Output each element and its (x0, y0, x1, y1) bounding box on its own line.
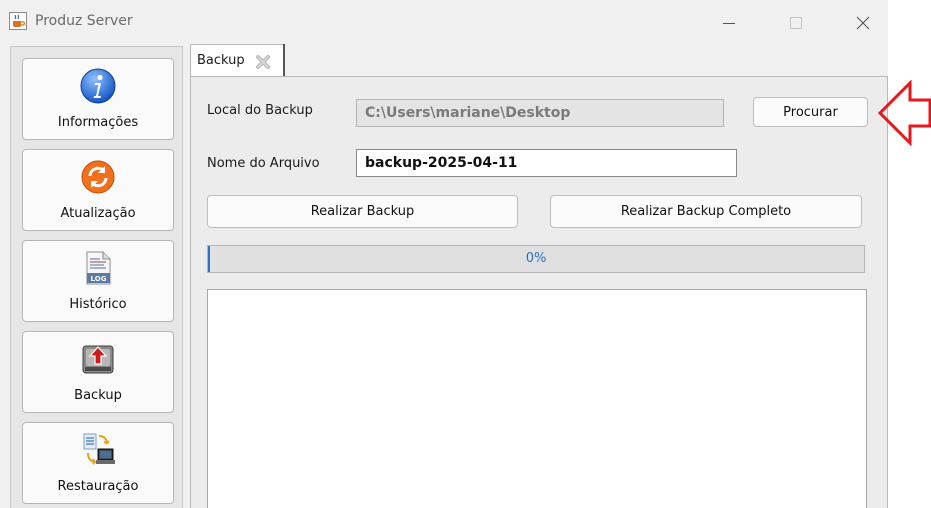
browse-button[interactable]: Procurar (753, 97, 868, 127)
minimize-button[interactable] (706, 6, 752, 38)
sidebar-item-label: Informações (57, 115, 139, 130)
svg-text:LOG: LOG (91, 275, 107, 283)
backup-progress-bar: 0% (207, 245, 865, 273)
sidebar-item-label: Histórico (69, 297, 127, 312)
close-window-button[interactable] (840, 6, 886, 38)
info-icon (80, 68, 116, 104)
sidebar-item-restauracao[interactable]: Restauração (22, 422, 174, 504)
backup-drive-icon (80, 341, 116, 377)
backup-log-area[interactable] (207, 289, 867, 508)
backup-button-label: Realizar Backup (310, 204, 415, 219)
java-cup-icon (9, 12, 27, 30)
sidebar-item-informacoes[interactable]: Informações (22, 58, 174, 140)
backup-location-field[interactable] (356, 99, 724, 127)
restore-computer-icon (80, 432, 116, 468)
close-icon (856, 16, 870, 30)
full-backup-button[interactable]: Realizar Backup Completo (550, 195, 862, 228)
sidebar-item-backup[interactable]: Backup (22, 331, 174, 413)
backup-panel: Local do Backup Procurar Nome do Arquivo… (190, 76, 888, 508)
filename-label: Nome do Arquivo (207, 156, 320, 171)
sidebar-item-label: Restauração (57, 479, 139, 494)
window-title: Produz Server (35, 13, 133, 29)
maximize-icon (790, 17, 802, 29)
refresh-icon (80, 159, 116, 195)
full-backup-button-label: Realizar Backup Completo (620, 204, 792, 219)
backup-button[interactable]: Realizar Backup (207, 195, 518, 228)
sidebar-item-historico[interactable]: LOG Histórico (22, 240, 174, 322)
tab-label: Backup (197, 53, 245, 68)
progress-text: 0% (525, 251, 547, 266)
sidebar-item-atualizacao[interactable]: Atualização (22, 149, 174, 231)
tab-divider (283, 44, 285, 76)
maximize-button[interactable] (773, 6, 819, 38)
sidebar-item-label: Backup (74, 388, 122, 403)
sidebar: Informações Atualização LOG Histórico Ba… (10, 46, 183, 508)
title-bar: Produz Server (0, 0, 888, 44)
browse-button-label: Procurar (783, 104, 838, 120)
sidebar-item-label: Atualização (60, 206, 136, 221)
log-file-icon: LOG (80, 250, 116, 286)
tab-backup[interactable]: Backup (190, 44, 285, 77)
tab-close-icon[interactable] (255, 54, 271, 70)
red-left-arrow-icon (878, 80, 931, 146)
local-backup-label: Local do Backup (207, 103, 313, 118)
filename-field[interactable] (356, 149, 737, 177)
app-window: Produz Server Informações Atualização LO… (0, 0, 888, 508)
minimize-icon (723, 23, 735, 24)
